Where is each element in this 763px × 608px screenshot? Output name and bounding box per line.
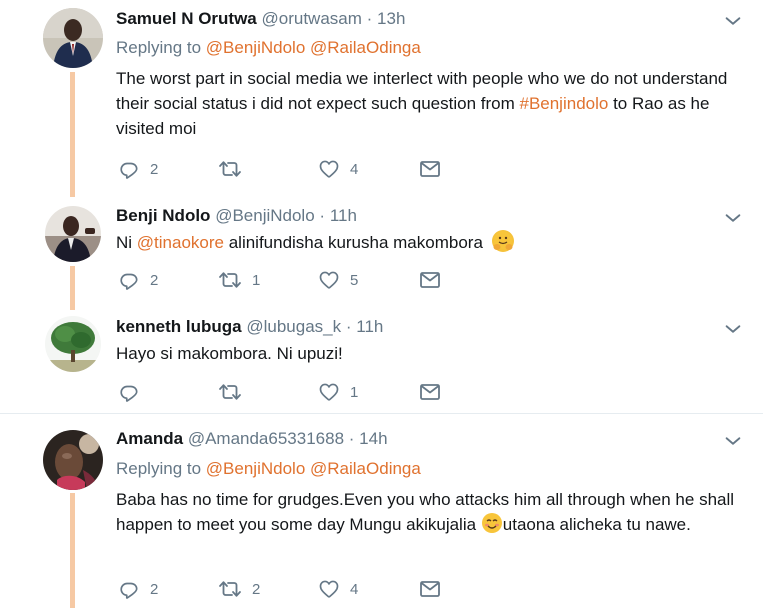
envelope-icon (418, 157, 442, 181)
reply-icon (118, 578, 140, 600)
separator-dot: · (345, 317, 352, 336)
envelope-icon (418, 268, 442, 292)
reply-icon (118, 269, 140, 291)
avatar[interactable] (45, 206, 101, 262)
heart-icon (318, 269, 340, 291)
display-name[interactable]: kenneth lubuga (116, 317, 242, 336)
chevron-down-icon[interactable] (722, 10, 744, 32)
heart-icon (318, 158, 340, 180)
like-button[interactable]: 1 (318, 380, 358, 404)
tweet-actions: 2 1 5 (118, 268, 478, 292)
retweet-icon (218, 577, 242, 601)
like-count: 4 (350, 160, 359, 178)
smiling-face-emoji (481, 512, 503, 534)
retweet-icon (218, 157, 242, 181)
reply-count: 2 (150, 271, 159, 289)
avatar[interactable] (45, 316, 101, 372)
tweet-text-part: Ni (116, 233, 137, 252)
tweet-header: Samuel N Orutwa @orutwasam · 13h (116, 7, 405, 31)
dm-button[interactable] (418, 157, 442, 181)
conversation-divider (0, 413, 763, 414)
tweet-text-part: alinifundisha kurusha makombora (223, 233, 483, 252)
heart-icon (318, 578, 340, 600)
timestamp[interactable]: 11h (330, 206, 357, 225)
replying-to: Replying to @BenjiNdolo @RailaOdinga (116, 457, 421, 481)
dm-button[interactable] (418, 268, 442, 292)
retweet-count: 1 (252, 271, 261, 289)
tweet-text: Baba has no time for grudges.Even you wh… (116, 487, 746, 537)
display-name[interactable]: Amanda (116, 429, 183, 448)
retweet-button[interactable]: 2 (218, 577, 260, 601)
like-button[interactable]: 4 (318, 157, 358, 181)
like-count: 1 (350, 383, 359, 401)
username[interactable]: @BenjiNdolo (215, 206, 314, 225)
envelope-icon (418, 577, 442, 601)
hashtag-link[interactable]: #Benjindolo (519, 94, 608, 113)
retweet-button[interactable]: 1 (218, 268, 260, 292)
chevron-down-icon[interactable] (722, 318, 744, 340)
tweet-header: kenneth lubuga @lubugas_k · 11h (116, 315, 383, 339)
separator-dot: · (319, 206, 326, 225)
tweet-header: Benji Ndolo @BenjiNdolo · 11h (116, 204, 357, 228)
retweet-button[interactable] (218, 157, 252, 181)
like-button[interactable]: 4 (318, 577, 358, 601)
username[interactable]: @lubugas_k (246, 317, 341, 336)
retweet-count: 2 (252, 580, 261, 598)
tweet-text-part: utaona alicheka tu nawe. (502, 515, 691, 534)
separator-dot: · (366, 9, 373, 28)
tweet-benji[interactable]: Benji Ndolo @BenjiNdolo · 11h Ni @tinaok… (0, 197, 763, 307)
chevron-down-icon[interactable] (722, 430, 744, 452)
like-count: 4 (350, 580, 359, 598)
tweet-actions: 2 4 (118, 157, 478, 181)
tweet-header: Amanda @Amanda65331688 · 14h (116, 427, 388, 451)
reply-count: 2 (150, 160, 159, 178)
timestamp[interactable]: 14h (359, 429, 387, 448)
dm-button[interactable] (418, 380, 442, 404)
reply-mention[interactable]: @BenjiNdolo (206, 459, 305, 478)
replying-to-label: Replying to (116, 459, 202, 478)
reply-button[interactable] (118, 380, 150, 404)
username[interactable]: @orutwasam (262, 9, 362, 28)
tweet-actions: 2 2 4 (118, 577, 478, 601)
mention-link[interactable]: @tinaokore (137, 233, 224, 252)
tweet-text: Ni @tinaokore alinifundisha kurusha mako… (116, 230, 746, 255)
hugging-face-emoji (491, 230, 514, 252)
timestamp[interactable]: 11h (356, 317, 383, 336)
tweet-text: Hayo si makombora. Ni upuzi! (116, 344, 343, 363)
avatar[interactable] (43, 430, 103, 490)
avatar[interactable] (43, 8, 103, 68)
separator-dot: · (348, 429, 355, 448)
retweet-icon (218, 380, 242, 404)
tweet-actions: 1 (118, 380, 478, 404)
display-name[interactable]: Benji Ndolo (116, 206, 210, 225)
retweet-icon (218, 268, 242, 292)
replying-to-label: Replying to (116, 38, 202, 57)
replying-to: Replying to @BenjiNdolo @RailaOdinga (116, 36, 421, 60)
display-name[interactable]: Samuel N Orutwa (116, 9, 257, 28)
reply-icon (118, 381, 140, 403)
chevron-down-icon[interactable] (722, 207, 744, 229)
reply-mention[interactable]: @RailaOdinga (310, 38, 421, 57)
timestamp[interactable]: 13h (377, 9, 405, 28)
heart-icon (318, 381, 340, 403)
tweet-samuel[interactable]: Samuel N Orutwa @orutwasam · 13h Replyin… (0, 0, 763, 195)
reply-count: 2 (150, 580, 159, 598)
tweet-text: The worst part in social media we interl… (116, 66, 746, 141)
retweet-button[interactable] (218, 380, 252, 404)
reply-button[interactable]: 2 (118, 268, 158, 292)
reply-mention[interactable]: @RailaOdinga (310, 459, 421, 478)
dm-button[interactable] (418, 577, 442, 601)
reply-icon (118, 158, 140, 180)
like-count: 5 (350, 271, 359, 289)
like-button[interactable]: 5 (318, 268, 358, 292)
reply-mention[interactable]: @BenjiNdolo (206, 38, 305, 57)
reply-button[interactable]: 2 (118, 157, 158, 181)
username[interactable]: @Amanda65331688 (188, 429, 344, 448)
envelope-icon (418, 380, 442, 404)
tweet-kenneth[interactable]: kenneth lubuga @lubugas_k · 11h Hayo si … (0, 308, 763, 412)
reply-button[interactable]: 2 (118, 577, 158, 601)
tweet-amanda[interactable]: Amanda @Amanda65331688 · 14h Replying to… (0, 420, 763, 608)
